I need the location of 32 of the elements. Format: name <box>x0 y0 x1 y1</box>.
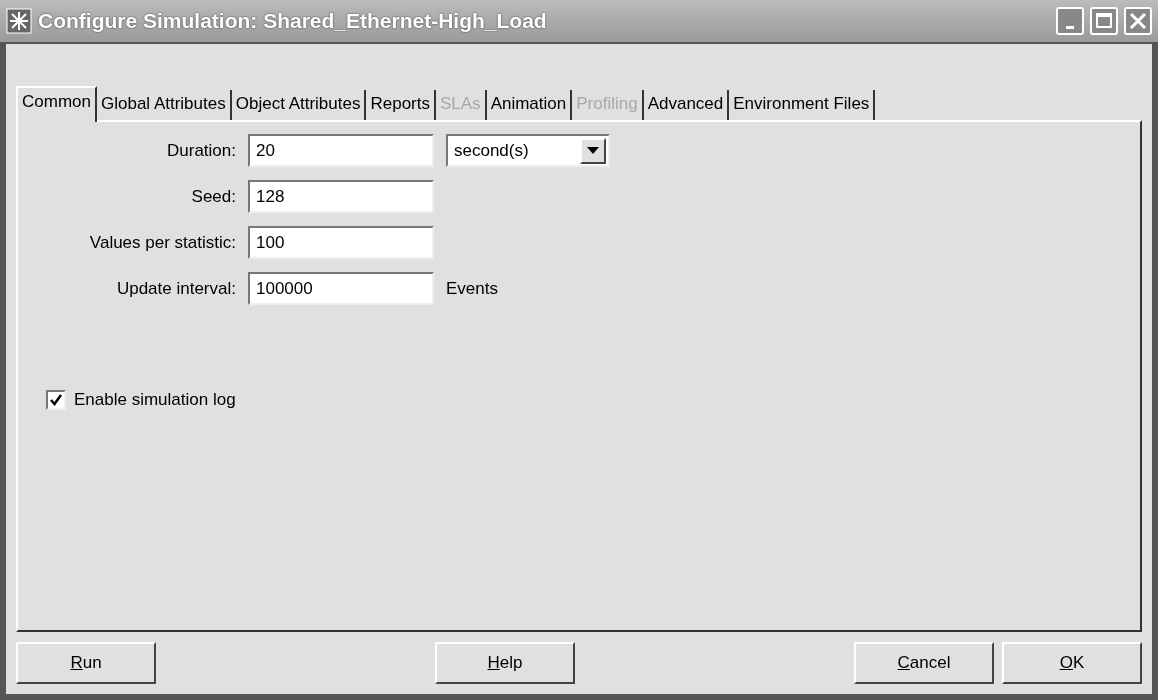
tab[interactable]: Common <box>16 85 97 122</box>
field-label: Values per statistic: <box>88 231 236 254</box>
input-field[interactable]: 20 <box>248 134 434 167</box>
input-field[interactable]: 128 <box>248 180 434 213</box>
cancel-button[interactable]: Cancel <box>854 642 994 684</box>
minimize-button[interactable] <box>1056 7 1084 35</box>
tab[interactable]: Animation <box>486 89 573 120</box>
field-label: Update interval: <box>115 277 236 300</box>
checkbox[interactable] <box>46 389 66 410</box>
close-button[interactable] <box>1124 7 1152 35</box>
tab[interactable]: Global Attributes <box>96 89 232 120</box>
window-title: Configure Simulation: Shared_Ethernet-High_Load <box>38 8 548 35</box>
maximize-button[interactable] <box>1090 7 1118 35</box>
run-button[interactable]: Run <box>16 642 156 684</box>
unit-label: Events <box>446 277 498 300</box>
caret-icon <box>580 137 606 164</box>
help-button[interactable]: Help <box>435 642 575 684</box>
ok-button[interactable]: OK <box>1002 642 1142 684</box>
input-field[interactable]: 100 <box>248 226 434 259</box>
unit-dropdown[interactable]: second(s) <box>446 134 610 167</box>
minimize-icon <box>1066 25 1074 29</box>
tab[interactable]: Environment Files <box>729 89 876 120</box>
tab[interactable]: Advanced <box>643 89 730 120</box>
checkbox-label: Enable simulation log <box>74 389 236 411</box>
tab[interactable]: Object Attributes <box>231 89 367 120</box>
field-label: Duration: <box>166 139 236 162</box>
app-icon <box>6 8 32 34</box>
tab[interactable]: Reports <box>366 89 436 120</box>
close-icon <box>1128 11 1148 31</box>
maximize-icon <box>1094 11 1114 31</box>
input-field[interactable]: 100000 <box>248 272 434 305</box>
field-label: Seed: <box>190 185 236 208</box>
